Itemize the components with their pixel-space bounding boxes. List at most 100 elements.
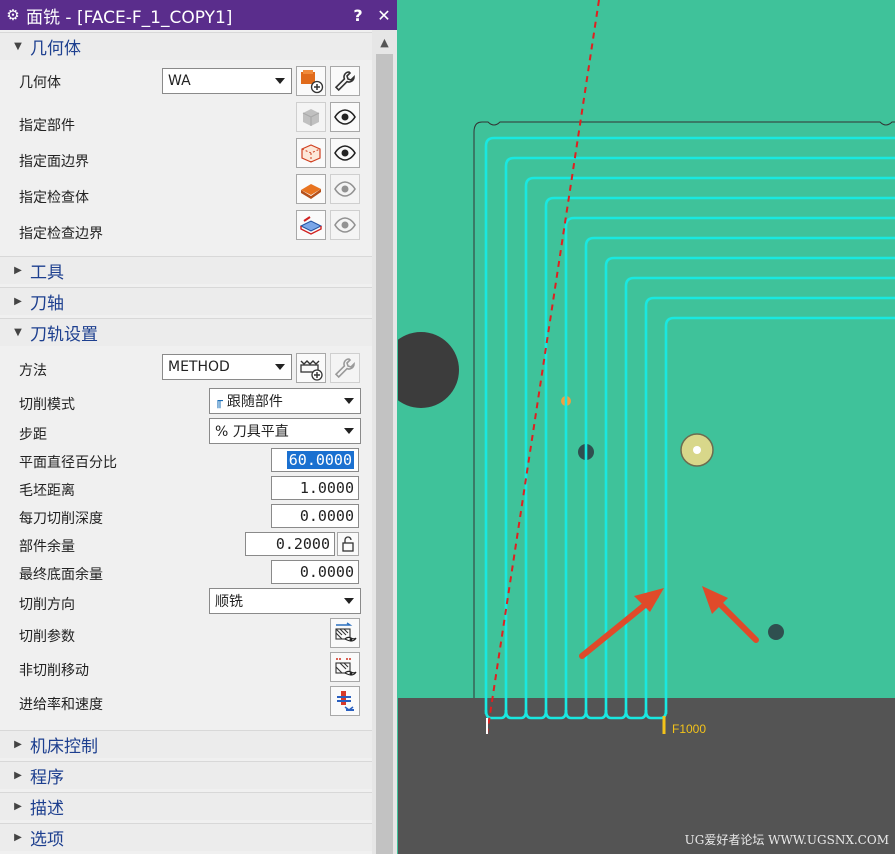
part-stock-label: 部件余量 bbox=[19, 539, 75, 555]
cut-pattern-label: 切削模式 bbox=[19, 397, 75, 413]
new-method-icon bbox=[300, 360, 323, 381]
toolpath-loop bbox=[664, 316, 895, 714]
section-axis[interactable]: ▶ 刀轴 bbox=[0, 287, 372, 315]
show-part-button[interactable] bbox=[330, 102, 360, 132]
section-label: 选项 bbox=[30, 830, 64, 850]
cut-direction-label: 切削方向 bbox=[19, 597, 75, 613]
toolpath-loop bbox=[644, 296, 895, 714]
chevron-right-icon: ▶ bbox=[14, 265, 22, 276]
show-face-boundary-button[interactable] bbox=[330, 138, 360, 168]
graphics-viewport[interactable]: F1000 UG爱好者论坛 WWW.UGSNX.COM bbox=[398, 0, 895, 854]
blank-distance-input[interactable]: 1.0000 bbox=[271, 476, 359, 500]
non-cut-moves-label: 非切削移动 bbox=[19, 663, 89, 679]
part-stock-input[interactable]: 0.2000 bbox=[245, 532, 335, 556]
toolpath bbox=[484, 136, 895, 720]
dialog-title-bar[interactable]: ⚙ 面铣 - [FACE-F_1_COPY1] ? ✕ bbox=[0, 0, 397, 30]
wrench-icon bbox=[334, 71, 355, 92]
section-path-settings[interactable]: ▼ 刀轨设置 bbox=[0, 318, 372, 346]
select-face-boundary-button[interactable] bbox=[296, 138, 326, 168]
part-hole-left bbox=[398, 332, 459, 408]
select-part-button[interactable] bbox=[296, 102, 326, 132]
row-part-stock: 部件余量 0.2000 bbox=[0, 530, 372, 558]
row-final-floor-stock: 最终底面余量 0.0000 bbox=[0, 558, 372, 586]
unlock-icon bbox=[342, 536, 354, 552]
flat-percent-value: 60.0000 bbox=[286, 451, 354, 469]
section-label: 几何体 bbox=[30, 39, 81, 59]
cut-params-label: 切削参数 bbox=[19, 629, 75, 645]
cut-pattern-select-value: 跟随部件 bbox=[226, 394, 283, 410]
final-floor-stock-label: 最终底面余量 bbox=[19, 567, 103, 583]
dialog-scrollbar[interactable]: ▲ bbox=[372, 30, 397, 854]
edit-method-button[interactable] bbox=[330, 353, 360, 383]
row-blank-distance: 毛坯距离 1.0000 bbox=[0, 474, 372, 502]
row-check-body: 指定检查体 bbox=[0, 172, 372, 208]
stock-lock-button[interactable] bbox=[337, 532, 359, 556]
cut-direction-select[interactable]: 顺铣 bbox=[209, 588, 361, 614]
scroll-up-icon[interactable]: ▲ bbox=[372, 30, 397, 54]
chevron-down-icon bbox=[344, 428, 354, 434]
final-floor-stock-input[interactable]: 0.0000 bbox=[271, 560, 359, 584]
non-cut-moves-button[interactable] bbox=[330, 652, 360, 682]
follow-part-icon: ╓ bbox=[215, 393, 223, 409]
row-face-boundary: 指定面边界 bbox=[0, 136, 372, 172]
section-options[interactable]: ▶ 选项 bbox=[0, 823, 372, 851]
section-geometry[interactable]: ▼ 几何体 bbox=[0, 32, 372, 60]
toolpath-loop bbox=[544, 196, 895, 714]
part-outline bbox=[473, 121, 895, 698]
dialog-title: 面铣 - [FACE-F_1_COPY1] bbox=[26, 7, 233, 28]
method-select[interactable]: METHOD bbox=[162, 354, 292, 380]
part-cube-icon bbox=[302, 109, 320, 126]
section-program[interactable]: ▶ 程序 bbox=[0, 761, 372, 789]
cut-params-button[interactable] bbox=[330, 618, 360, 648]
chevron-down-icon bbox=[344, 598, 354, 604]
annotation-arrow-right bbox=[702, 586, 759, 643]
row-check-boundary: 指定检查边界 bbox=[0, 208, 372, 244]
new-method-button[interactable] bbox=[296, 353, 326, 383]
geometry-select-value: WA bbox=[168, 73, 191, 89]
chevron-right-icon: ▶ bbox=[14, 770, 22, 781]
specify-part-label: 指定部件 bbox=[19, 118, 75, 134]
close-button[interactable]: ✕ bbox=[371, 6, 397, 25]
depth-per-cut-input[interactable]: 0.0000 bbox=[271, 504, 359, 528]
section-description[interactable]: ▶ 描述 bbox=[0, 792, 372, 820]
chevron-down-icon: ▼ bbox=[14, 41, 22, 52]
part-hole-small-right bbox=[768, 624, 784, 640]
gear-icon: ⚙ bbox=[6, 6, 20, 24]
row-feeds-speeds: 进给率和速度 bbox=[0, 684, 372, 718]
face-boundary-label: 指定面边界 bbox=[19, 154, 89, 170]
flat-percent-label: 平面直径百分比 bbox=[19, 455, 117, 471]
chevron-down-icon bbox=[344, 398, 354, 404]
new-geometry-button[interactable] bbox=[296, 66, 326, 96]
section-tool[interactable]: ▶ 工具 bbox=[0, 256, 372, 284]
feeds-speeds-label: 进给率和速度 bbox=[19, 697, 103, 713]
cut-pattern-select[interactable]: ╓ 跟随部件 bbox=[209, 388, 361, 414]
help-button[interactable]: ? bbox=[345, 6, 371, 25]
stepover-select[interactable]: % 刀具平直 bbox=[209, 418, 361, 444]
scroll-thumb[interactable] bbox=[376, 54, 393, 854]
select-check-body-button[interactable] bbox=[296, 174, 326, 204]
eye-icon bbox=[334, 145, 356, 161]
select-check-boundary-button[interactable] bbox=[296, 210, 326, 240]
chevron-down-icon bbox=[275, 364, 285, 370]
flat-percent-input[interactable]: 60.0000 bbox=[271, 448, 359, 472]
watermark: UG爱好者论坛 WWW.UGSNX.COM bbox=[684, 833, 889, 847]
feeds-speeds-icon bbox=[337, 691, 354, 711]
eye-icon bbox=[334, 109, 356, 125]
edit-geometry-button[interactable] bbox=[330, 66, 360, 96]
operation-dialog: ⚙ 面铣 - [FACE-F_1_COPY1] ? ✕ ▼ 几何体 几何体 WA… bbox=[0, 0, 397, 854]
feeds-speeds-button[interactable] bbox=[330, 686, 360, 716]
row-cut-params: 切削参数 bbox=[0, 616, 372, 650]
check-boundary-label: 指定检查边界 bbox=[19, 226, 103, 242]
show-check-body-button[interactable] bbox=[330, 174, 360, 204]
chevron-right-icon: ▶ bbox=[14, 832, 22, 843]
cut-params-icon bbox=[335, 622, 357, 642]
section-label: 刀轨设置 bbox=[30, 325, 98, 345]
geometry-label: 几何体 bbox=[19, 75, 61, 91]
show-check-boundary-button[interactable] bbox=[330, 210, 360, 240]
check-body-label: 指定检查体 bbox=[19, 190, 89, 206]
section-machine-control[interactable]: ▶ 机床控制 bbox=[0, 730, 372, 758]
row-flat-percent: 平面直径百分比 60.0000 bbox=[0, 446, 372, 474]
annotation-arrow-left bbox=[579, 588, 664, 659]
row-geometry: 几何体 WA bbox=[0, 64, 372, 98]
geometry-select[interactable]: WA bbox=[162, 68, 292, 94]
